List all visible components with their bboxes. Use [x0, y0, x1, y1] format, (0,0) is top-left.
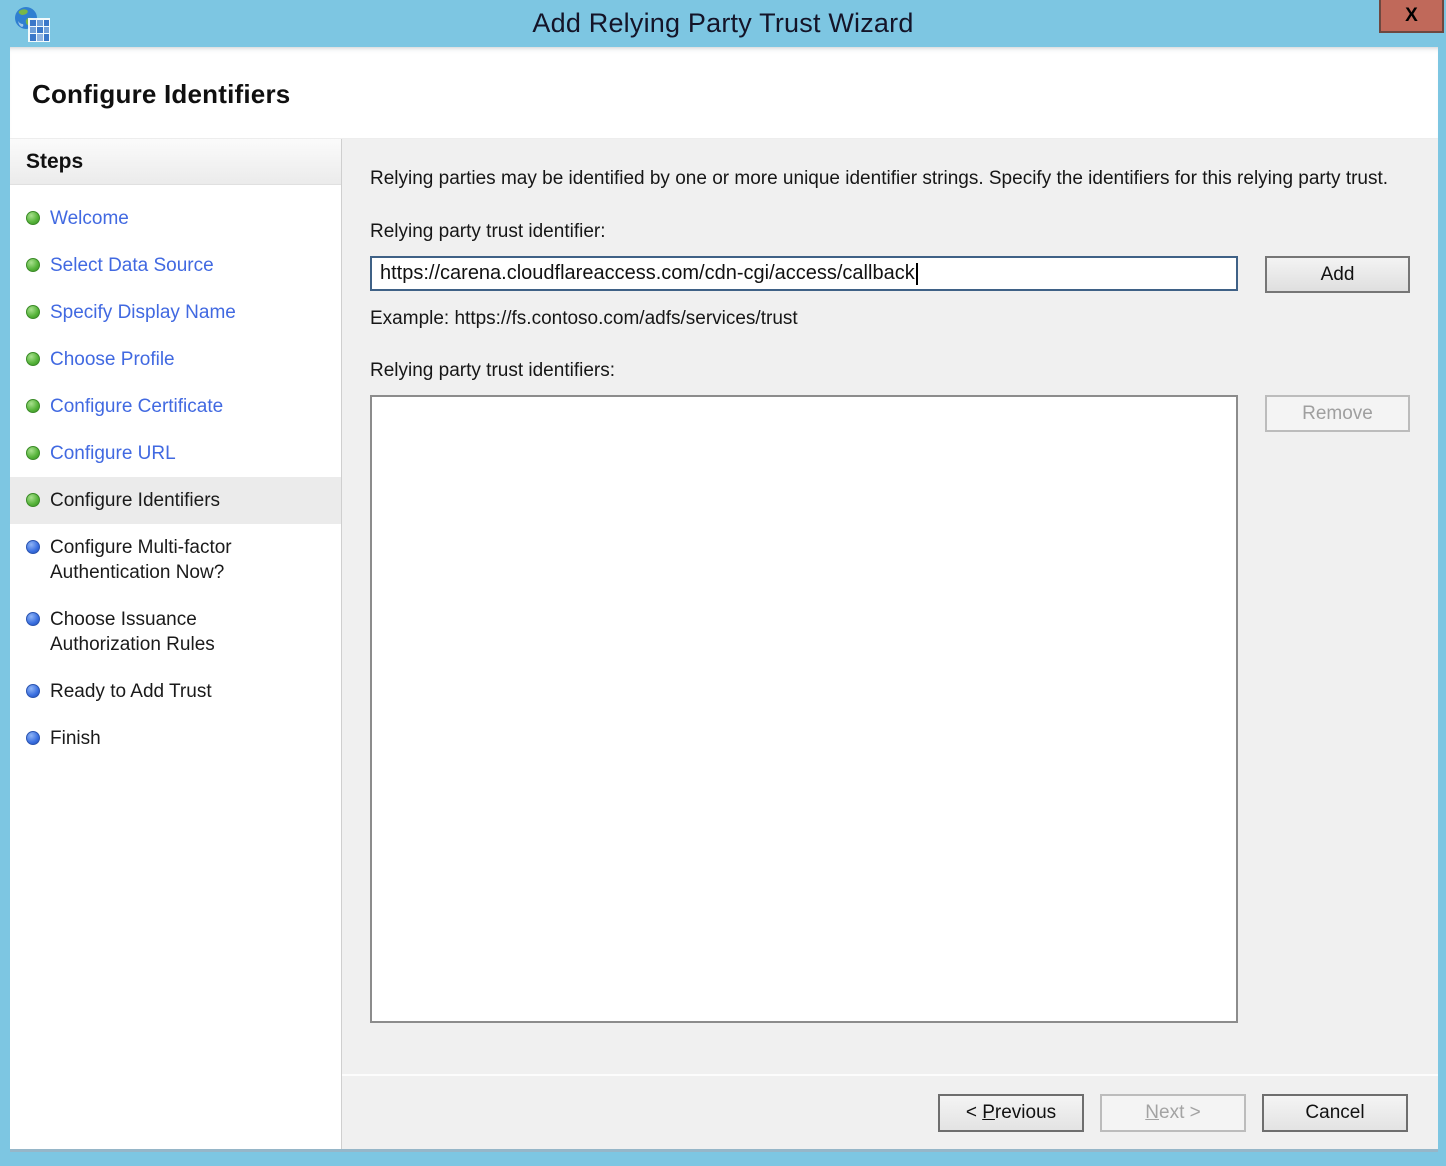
adfs-icon	[13, 5, 51, 43]
step-pending-icon	[26, 684, 40, 698]
wizard-dialog: Configure Identifiers Steps Welcome Selec…	[10, 47, 1438, 1152]
step-item-choose-issuance-authorization-rules: Choose Issuance Authorization Rules	[10, 596, 341, 668]
step-item-finish: Finish	[10, 715, 341, 762]
step-label: Ready to Add Trust	[50, 679, 212, 704]
step-completed-icon	[26, 446, 40, 460]
step-completed-icon	[26, 399, 40, 413]
step-item-specify-display-name[interactable]: Specify Display Name	[10, 289, 341, 336]
steps-sidebar: Steps Welcome Select Data Source Specify D…	[10, 139, 342, 1149]
step-completed-icon	[26, 305, 40, 319]
window-title: Add Relying Party Trust Wizard	[0, 0, 1446, 47]
step-completed-icon	[26, 493, 40, 507]
page-title: Configure Identifiers	[32, 79, 1438, 110]
wizard-window: Add Relying Party Trust Wizard X Configu…	[0, 0, 1446, 1166]
previous-button[interactable]: < Previous	[938, 1094, 1084, 1132]
steps-title: Steps	[10, 139, 341, 185]
step-label: Configure Multi-factor Authentication No…	[50, 535, 296, 585]
step-label: Finish	[50, 726, 101, 751]
step-pending-icon	[26, 612, 40, 626]
step-label: Specify Display Name	[50, 300, 236, 325]
next-button[interactable]: Next >	[1100, 1094, 1246, 1132]
step-label: Configure Certificate	[50, 394, 223, 419]
step-label: Select Data Source	[50, 253, 214, 278]
example-text: Example: https://fs.contoso.com/adfs/ser…	[370, 308, 1410, 330]
step-label: Configure Identifiers	[50, 488, 220, 513]
identifiers-list-label: Relying party trust identifiers:	[370, 360, 1410, 382]
step-item-configure-certificate[interactable]: Configure Certificate	[10, 383, 341, 430]
text-caret	[916, 263, 918, 285]
main-pane: Relying parties may be identified by one…	[342, 139, 1438, 1074]
step-label: Choose Profile	[50, 347, 175, 372]
add-button[interactable]: Add	[1265, 256, 1410, 293]
step-item-choose-profile[interactable]: Choose Profile	[10, 336, 341, 383]
identifier-input[interactable]: https://carena.cloudflareaccess.com/cdn-…	[370, 256, 1238, 291]
step-item-configure-identifiers: Configure Identifiers	[10, 477, 341, 524]
step-label: Configure URL	[50, 441, 176, 466]
step-item-configure-multi-factor-authentication-now: Configure Multi-factor Authentication No…	[10, 524, 341, 596]
identifiers-listbox[interactable]	[370, 395, 1238, 1023]
step-item-select-data-source[interactable]: Select Data Source	[10, 242, 341, 289]
identifier-input-value: https://carena.cloudflareaccess.com/cdn-…	[380, 262, 915, 285]
step-label: Choose Issuance Authorization Rules	[50, 607, 296, 657]
identifier-input-label: Relying party trust identifier:	[370, 221, 1410, 243]
steps-list: Welcome Select Data Source Specify Display…	[10, 185, 341, 762]
step-item-ready-to-add-trust: Ready to Add Trust	[10, 668, 341, 715]
footer-bar: < Previous Next > Cancel	[342, 1074, 1438, 1149]
remove-button[interactable]: Remove	[1265, 395, 1410, 432]
cancel-button[interactable]: Cancel	[1262, 1094, 1408, 1132]
step-pending-icon	[26, 731, 40, 745]
step-label: Welcome	[50, 206, 129, 231]
step-item-welcome[interactable]: Welcome	[10, 195, 341, 242]
step-pending-icon	[26, 540, 40, 554]
intro-text: Relying parties may be identified by one…	[370, 165, 1410, 192]
close-button[interactable]: X	[1379, 0, 1444, 33]
step-completed-icon	[26, 211, 40, 225]
step-completed-icon	[26, 352, 40, 366]
step-completed-icon	[26, 258, 40, 272]
step-item-configure-url[interactable]: Configure URL	[10, 430, 341, 477]
page-header: Configure Identifiers	[10, 47, 1438, 139]
titlebar: Add Relying Party Trust Wizard X	[0, 0, 1446, 47]
